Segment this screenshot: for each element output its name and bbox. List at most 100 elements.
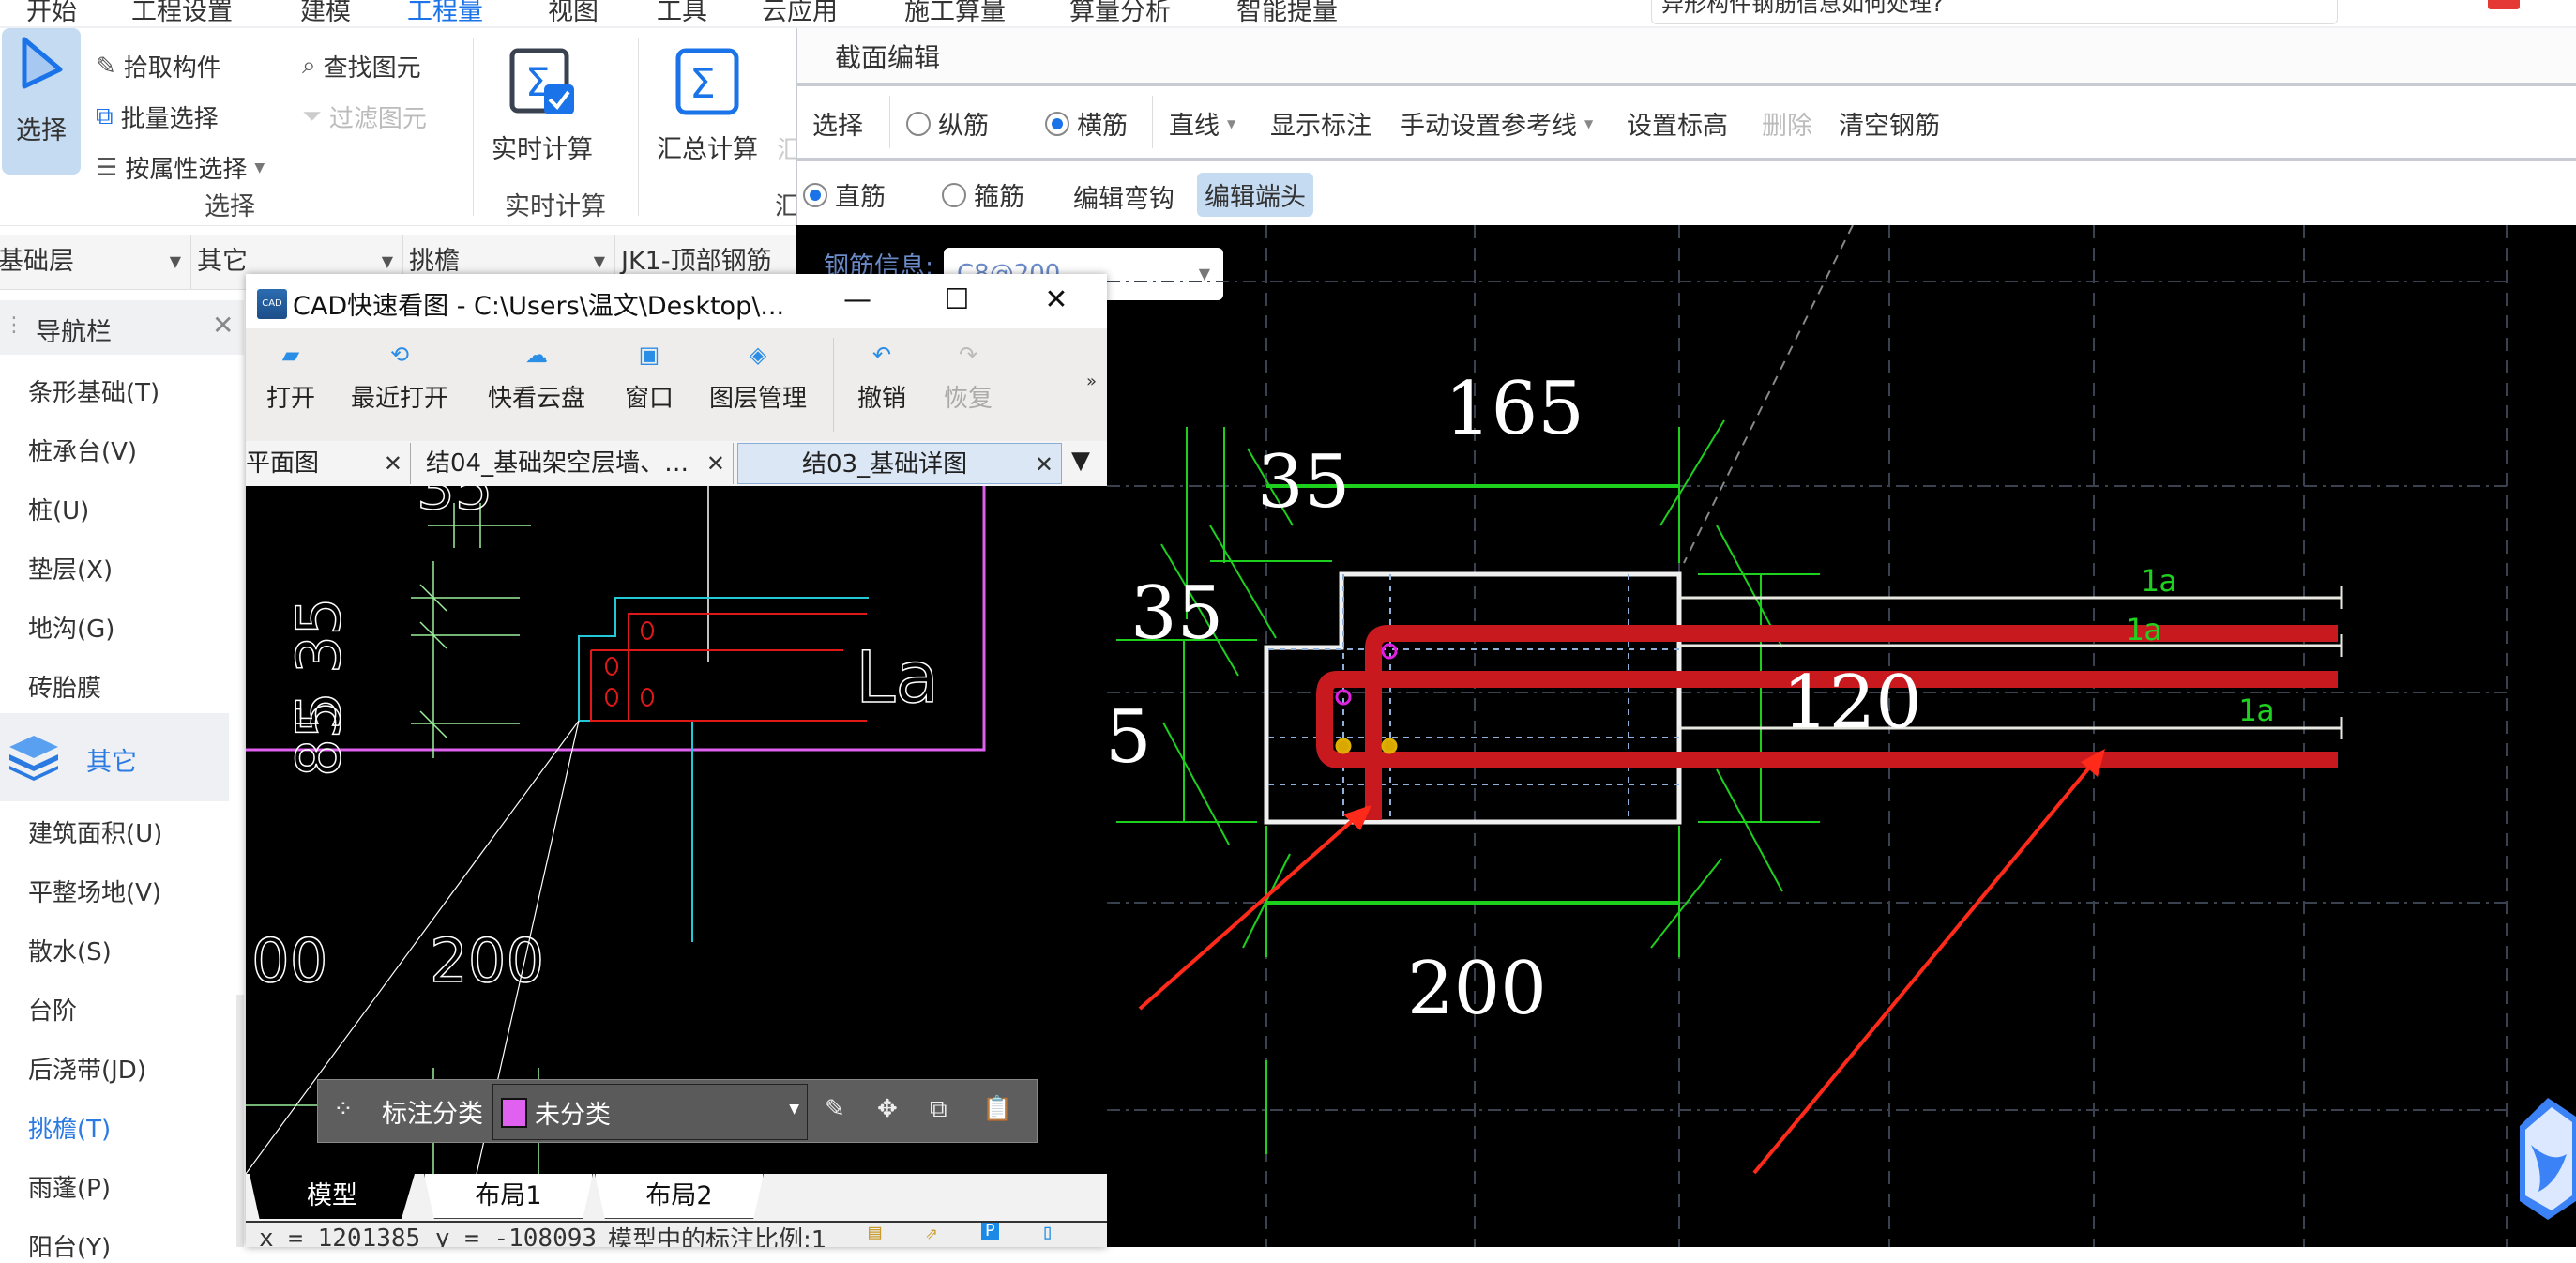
transverse-label: 横筋 [1077,112,1128,141]
sigma-icon: Σ [675,48,739,115]
pick-component-button[interactable]: ✎ 拾取构件 [96,49,221,84]
nav-item[interactable]: 散水(S) [28,933,112,967]
menu-tab-smart[interactable]: 智能提量 [1236,0,1338,27]
layout-tab-2[interactable]: 布局2 [595,1174,764,1219]
bar-marker [1335,738,1352,754]
edit-hook-button[interactable]: 编辑弯钩 [1073,178,1174,215]
nav-item[interactable]: 平整场地(V) [28,874,161,908]
line-mode-dropdown[interactable]: 直线 ▼ [1169,105,1235,142]
paste-icon[interactable]: 📋 [982,1095,1012,1123]
delete-button[interactable]: 删除 [1762,105,1812,142]
maximize-button[interactable]: ☐ [934,282,979,319]
close-tab-icon[interactable]: ✕ [1035,444,1053,483]
transverse-radio[interactable]: 横筋 [1045,105,1128,142]
pdf-convert-icon[interactable]: P [981,1223,999,1240]
menu-tab-tools[interactable]: 工具 [657,0,707,27]
menu-tab-analysis[interactable]: 算量分析 [1069,0,1171,27]
edit-end-button[interactable]: 编辑端头 [1197,173,1313,217]
move-icon[interactable]: ✥ [877,1095,898,1123]
cloud-drive-button[interactable]: ☁ 快看云盘 [488,342,585,414]
menu-tab-construction[interactable]: 施工算量 [904,0,1006,27]
pdf-icon[interactable]: ▤ [869,1223,881,1244]
menu-tab-quantities[interactable]: 工程量 [407,0,483,35]
nav-item-selected[interactable]: 挑檐(T) [28,1110,111,1145]
doc-tab-active[interactable]: 结03_基础详图 ✕ [737,443,1062,484]
select-button[interactable]: 选择 [2,28,81,175]
radio-checked-icon [803,182,827,207]
annotation-category-value: 未分类 [535,1101,611,1130]
close-tab-icon[interactable]: ✕ [384,443,402,484]
floor-select[interactable]: 基础层 ▼ [0,235,191,289]
clear-rebar-button[interactable]: 清空钢筋 [1839,105,1940,142]
nav-item[interactable]: 后浇带(JD) [28,1051,146,1086]
nav-item[interactable]: 桩承台(V) [28,433,137,467]
doc-tab[interactable]: 平面图 ✕ [246,443,411,484]
show-annotation-button[interactable]: 显示标注 [1270,105,1371,142]
batch-select-button[interactable]: ⧉ 批量选择 [96,99,219,134]
component-type-value: 挑檐 [409,247,460,276]
edit-annotation-icon[interactable]: ✎ [825,1095,845,1123]
layers-icon [9,736,58,781]
doc-tab-label: 结03_基础详图 [802,450,968,479]
nav-item[interactable]: 雨蓬(P) [28,1169,111,1204]
filter-elements-button[interactable]: ⏷ 过滤图元 [302,99,427,134]
stirrup-radio[interactable]: 箍筋 [942,176,1024,213]
manual-ref-line-dropdown[interactable]: 手动设置参考线 ▼ [1400,105,1593,142]
nav-item[interactable]: 条形基础(T) [28,373,159,408]
nav-item[interactable]: 建筑面积(U) [28,814,162,849]
more-tools-button[interactable]: » [1086,372,1097,391]
tablet-icon[interactable]: ▯ [1041,1223,1053,1244]
tab-list-dropdown[interactable]: ▼ [1071,447,1090,475]
cad-titlebar[interactable]: CAD CAD快速看图 - C:\Users\温文\Desktop\... — … [246,274,1107,328]
nav-item[interactable]: 桩(U) [28,492,89,526]
realtime-calc-button[interactable]: Σ 实时计算 [488,28,597,165]
notification-badge[interactable] [2488,0,2520,9]
pick-component-label: 拾取构件 [123,54,221,83]
summary-calc-button[interactable]: Σ 汇总计算 [649,28,765,165]
window-button[interactable]: ▣ 窗口 [625,342,674,414]
find-elements-button[interactable]: ⌕ 查找图元 [302,49,421,84]
nav-item[interactable]: 砖胎膜 [28,669,101,704]
undo-button[interactable]: ↶ 撤销 [857,342,906,414]
doc-tab-label: 平面图 [246,449,320,478]
help-search-input[interactable]: 异形构件钢筋信息如何处理? [1651,0,2338,24]
set-elevation-button[interactable]: 设置标高 [1627,105,1728,142]
menu-tab-cloud[interactable]: 云应用 [762,0,838,27]
nav-item[interactable]: 地沟(G) [28,610,114,645]
drag-handle-icon[interactable]: ⋮ [4,313,24,337]
doc-tab[interactable]: 结04_基础架空层墙、… ✕ [411,443,734,484]
menu-tab-start[interactable]: 开始 [26,0,77,27]
select-tool[interactable]: 选择 [812,105,863,142]
nav-item[interactable]: 阳台(Y) [28,1228,111,1263]
grid-apps-icon[interactable]: ⁘ [333,1095,354,1123]
redo-button[interactable]: ↷ 恢复 [944,342,993,414]
assistant-bird-icon[interactable] [2510,1098,2576,1220]
straight-bar-radio[interactable]: 直筋 [803,176,886,213]
nav-title: 导航栏 [36,318,112,347]
cad-drawing-canvas[interactable]: 35 5 85 35 00 200 La [246,486,1107,1174]
nav-group-other[interactable]: 其它 [0,713,229,801]
nav-scrollbar[interactable] [236,995,244,1247]
close-icon[interactable]: ✕ [212,310,234,341]
pdf-export-icon[interactable]: ⇗ [925,1223,937,1244]
nav-item[interactable]: 台阶 [28,992,77,1027]
layout-tab-1[interactable]: 布局1 [424,1174,593,1219]
select-by-attribute-button[interactable]: ☰ 按属性选择 ▼ [96,150,265,185]
layer-manage-button[interactable]: ◈ 图层管理 [709,342,807,414]
copy-icon[interactable]: ⧉ [930,1095,947,1124]
nav-item[interactable]: 垫层(X) [28,551,113,586]
menu-tab-view[interactable]: 视图 [548,0,599,27]
layout-tab-model[interactable]: 模型 [250,1174,415,1219]
close-tab-icon[interactable]: ✕ [706,443,725,484]
cad-window-title: CAD快速看图 - C:\Users\温文\Desktop\... [293,292,785,321]
menu-tab-project-settings[interactable]: 工程设置 [131,0,233,27]
longitudinal-radio[interactable]: 纵筋 [906,105,989,142]
annotation-category-select[interactable]: 未分类 ▼ [492,1084,808,1140]
recent-open-button[interactable]: ⟲ 最近打开 [351,342,448,414]
minimize-button[interactable]: — [835,282,880,319]
annotation-scale: 模型中的标注比例:1 [608,1226,827,1247]
close-button[interactable]: ✕ [1034,282,1079,319]
realtime-calc-label: 实时计算 [492,135,593,164]
open-button[interactable]: ▰ 打开 [266,342,315,414]
menu-tab-modeling[interactable]: 建模 [300,0,351,27]
